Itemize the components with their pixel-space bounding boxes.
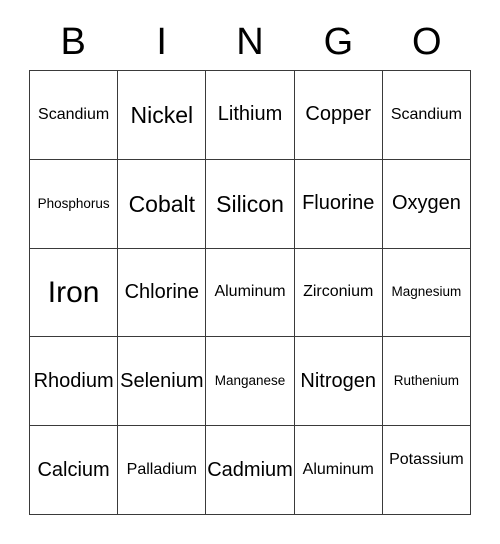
bingo-cell[interactable]: Calcium xyxy=(30,426,119,515)
bingo-row: Rhodium Selenium Manganese Nitrogen Ruth… xyxy=(30,337,472,427)
bingo-cell[interactable]: Iron xyxy=(30,248,119,338)
bingo-cell-label: Scandium xyxy=(390,105,462,123)
bingo-cell-label: Magnesium xyxy=(391,284,462,300)
bingo-cell[interactable]: Chlorine xyxy=(118,248,207,338)
bingo-cell-label: Zirconium xyxy=(303,283,374,301)
bingo-cell-label: Scandium xyxy=(38,105,110,123)
bingo-cell-label: Calcium xyxy=(37,458,110,481)
bingo-cell[interactable]: Potassium xyxy=(382,426,472,515)
bingo-cell[interactable]: Nickel xyxy=(118,71,207,160)
bingo-cell[interactable]: Cadmium xyxy=(206,426,295,515)
bingo-cell-label: Aluminum xyxy=(302,460,374,478)
bingo-cell-label: Manganese xyxy=(214,373,286,389)
bingo-cell[interactable]: Nitrogen xyxy=(294,337,383,427)
bingo-cell[interactable]: Scandium xyxy=(30,71,119,160)
bingo-cell-label: Oxygen xyxy=(391,192,461,215)
bingo-cell[interactable]: Rhodium xyxy=(30,337,119,427)
bingo-cell-label: Rhodium xyxy=(33,369,114,392)
bingo-cell-label: Nickel xyxy=(130,101,194,128)
bingo-cell[interactable]: Manganese xyxy=(206,337,295,427)
bingo-cell[interactable]: Lithium xyxy=(206,71,295,160)
bingo-header-letter-b: B xyxy=(60,21,86,63)
bingo-cell-label: Nitrogen xyxy=(300,369,377,392)
bingo-cell[interactable]: Magnesium xyxy=(382,248,472,338)
bingo-row: Scandium Nickel Lithium Copper Scandium xyxy=(30,71,472,160)
bingo-cell-label: Cobalt xyxy=(128,190,196,217)
bingo-cell[interactable]: Selenium xyxy=(118,337,207,427)
bingo-header-letter-o: O xyxy=(412,21,442,63)
bingo-cell[interactable]: Fluorine xyxy=(294,159,383,249)
bingo-cell-label: Chlorine xyxy=(124,280,200,303)
bingo-cell-label: Selenium xyxy=(120,369,204,392)
bingo-cell-label: Phosphorus xyxy=(37,195,110,211)
bingo-cell[interactable]: Zirconium xyxy=(294,248,383,338)
bingo-cell-label: Iron xyxy=(47,275,100,309)
bingo-header-letter-i: I xyxy=(156,21,167,63)
bingo-cell[interactable]: Aluminum xyxy=(294,426,383,515)
bingo-cell-label: Potassium xyxy=(389,450,464,468)
bingo-cell[interactable]: Cobalt xyxy=(118,159,207,249)
bingo-cell-label: Palladium xyxy=(126,460,197,478)
bingo-cell[interactable]: Palladium xyxy=(118,426,207,515)
bingo-cell[interactable]: Aluminum xyxy=(206,248,295,338)
bingo-cell-label: Copper xyxy=(305,103,372,126)
bingo-header-letter-g: G xyxy=(323,21,354,63)
bingo-grid: Scandium Nickel Lithium Copper Scandium … xyxy=(29,70,472,515)
bingo-cell[interactable]: Copper xyxy=(294,71,383,160)
bingo-cell-label: Cadmium xyxy=(207,458,293,481)
bingo-cell[interactable]: Scandium xyxy=(382,71,472,160)
bingo-cell[interactable]: Oxygen xyxy=(382,159,472,249)
bingo-cell-label: Lithium xyxy=(217,103,283,126)
bingo-cell[interactable]: Ruthenium xyxy=(382,337,472,427)
bingo-cell-label: Aluminum xyxy=(214,283,286,301)
bingo-cell[interactable]: Silicon xyxy=(206,159,295,249)
bingo-header-row: B I N G O xyxy=(29,14,471,70)
bingo-row: Iron Chlorine Aluminum Zirconium Magnesi… xyxy=(30,248,472,338)
bingo-cell[interactable]: Phosphorus xyxy=(30,159,119,249)
bingo-cell-label: Fluorine xyxy=(302,192,375,215)
bingo-row: Calcium Palladium Cadmium Aluminum Potas… xyxy=(30,426,472,515)
bingo-header-letter-n: N xyxy=(236,21,264,63)
bingo-card: B I N G O Scandium Nickel Lithium Copper… xyxy=(0,0,500,544)
bingo-cell-label: Silicon xyxy=(216,190,284,217)
bingo-cell-label: Ruthenium xyxy=(393,373,460,389)
bingo-row: Phosphorus Cobalt Silicon Fluorine Oxyge… xyxy=(30,159,472,249)
